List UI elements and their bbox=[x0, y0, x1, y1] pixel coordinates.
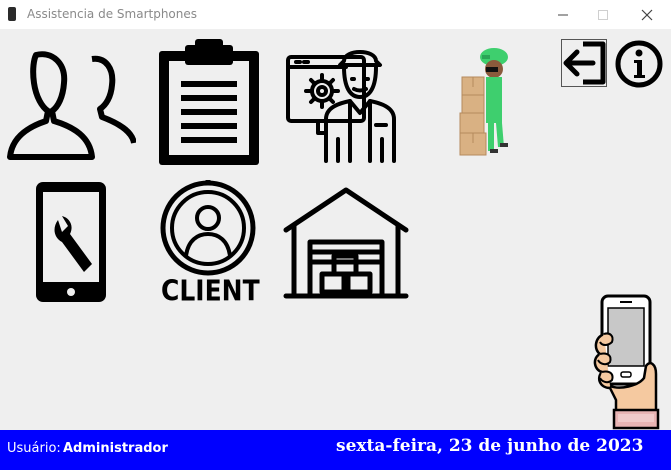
client-icon bbox=[160, 180, 256, 276]
phone-repair-icon bbox=[36, 182, 106, 302]
main-menu: CLIENT bbox=[0, 29, 671, 430]
clipboard-icon bbox=[159, 39, 259, 165]
users-icon bbox=[7, 51, 136, 160]
warehouse-icon bbox=[283, 187, 409, 299]
minimize-icon bbox=[558, 14, 568, 15]
info-icon bbox=[615, 40, 663, 88]
technician-icon bbox=[286, 50, 396, 163]
title-bar: Assistencia de Smartphones bbox=[0, 0, 671, 29]
users-button[interactable] bbox=[6, 51, 136, 163]
maximize-icon bbox=[598, 9, 608, 20]
close-button[interactable] bbox=[627, 0, 667, 29]
warehouse-button[interactable] bbox=[282, 186, 410, 301]
maximize-button[interactable] bbox=[583, 0, 623, 29]
minimize-button[interactable] bbox=[543, 0, 583, 29]
status-bar: Usuário: Administrador sexta-feira, 23 d… bbox=[0, 430, 671, 470]
technician-button[interactable] bbox=[286, 43, 410, 163]
hand-holding-phone-icon bbox=[593, 294, 660, 430]
repair-button[interactable] bbox=[34, 180, 108, 304]
user-label: Usuário: bbox=[7, 441, 61, 456]
user-name: Administrador bbox=[63, 441, 168, 456]
client-label: CLIENT bbox=[161, 273, 260, 308]
logout-icon bbox=[561, 39, 607, 87]
clipboard-button[interactable] bbox=[155, 39, 263, 169]
window-title: Assistencia de Smartphones bbox=[27, 7, 198, 21]
current-date: sexta-feira, 23 de junho de 2023 bbox=[336, 436, 644, 456]
logout-button[interactable] bbox=[561, 39, 607, 87]
client-button[interactable]: CLIENT bbox=[160, 180, 260, 310]
smartphone-icon bbox=[8, 7, 16, 21]
close-icon bbox=[641, 9, 653, 20]
delivery-person-icon bbox=[459, 48, 508, 156]
delivery-button[interactable] bbox=[456, 47, 512, 161]
info-button[interactable] bbox=[614, 39, 664, 89]
hand-holding-phone-illustration bbox=[590, 294, 662, 430]
